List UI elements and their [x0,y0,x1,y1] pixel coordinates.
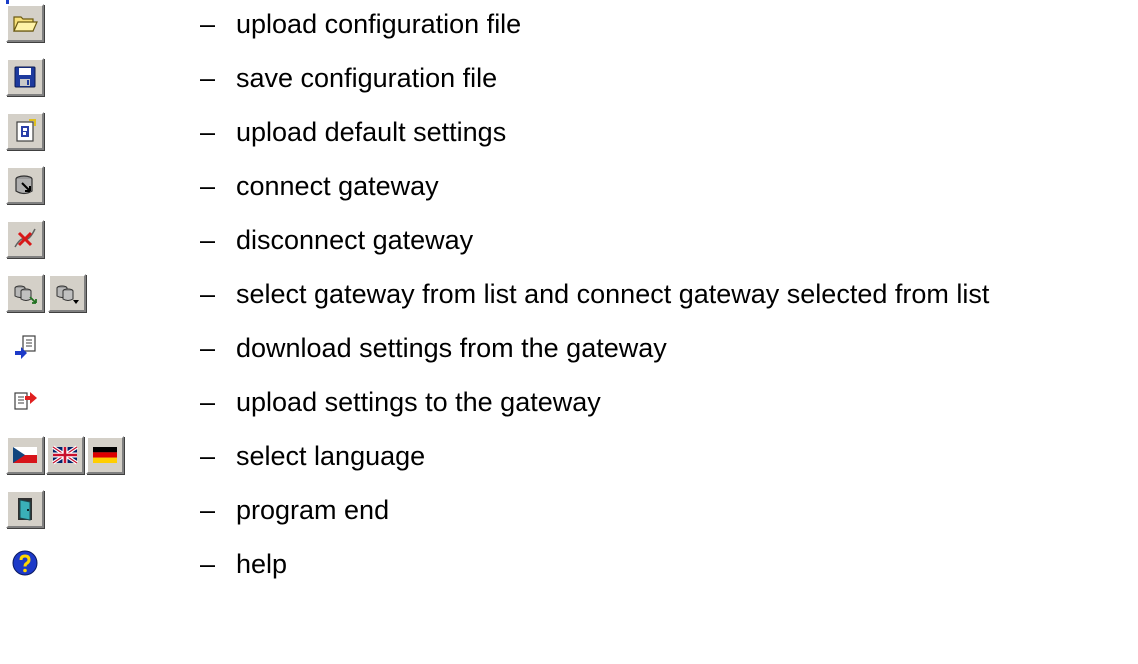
dash: – [200,333,216,363]
legend-label: save configuration file [236,63,498,93]
language-english-button[interactable] [46,436,84,474]
legend-text: – download settings from the gateway [200,330,667,366]
legend-label: program end [236,495,390,525]
legend-row-disconnect: – disconnect gateway [0,216,1138,266]
dash: – [200,63,216,93]
dash: – [200,441,216,471]
german-flag-icon [93,447,117,463]
language-czech-button[interactable] [6,436,44,474]
disconnect-icon [14,228,36,248]
legend-row-upload-settings: – upload settings to the gateway [0,378,1138,428]
exit-door-icon [18,498,32,521]
legend-label: select gateway from list and connect gat… [236,279,990,309]
legend-text: – select language [200,438,425,474]
legend-text: – program end [200,492,389,528]
folder-open-icon [13,16,38,32]
legend-text: – connect gateway [200,168,439,204]
download-settings-icon [15,335,36,359]
uk-flag-icon [52,445,78,465]
legend-text: – save configuration file [200,60,497,96]
dash: – [200,279,216,309]
connect-selected-gateway-icon [56,285,79,304]
floppy-disk-icon [14,66,36,88]
upload-settings-icon [14,392,37,410]
legend-label: upload default settings [236,117,507,147]
connect-gateway-button[interactable] [6,166,44,204]
legend-text: – select gateway from list and connect ga… [200,276,989,312]
legend-text: – upload settings to the gateway [200,384,601,420]
dash: – [200,117,216,147]
legend-row-default-settings: – upload default settings [0,108,1138,158]
upload-settings-button[interactable] [6,382,44,420]
dash: – [200,171,216,201]
legend-row-select-gateway: – select gateway from list and connect ga… [0,270,1138,320]
legend-row-select-language: – select language [0,432,1138,482]
icon-group [6,382,44,424]
icon-group [6,58,44,100]
icon-group [6,274,86,316]
icon-group [6,166,44,208]
download-settings-button[interactable] [6,328,44,366]
connect-selected-gateway-button[interactable] [48,274,86,312]
legend-label: upload settings to the gateway [236,387,601,417]
legend-row-save-config: – save configuration file [0,54,1138,104]
icon-group [6,112,44,154]
help-button[interactable] [6,544,44,582]
select-gateway-icon [14,285,37,304]
dash: – [200,225,216,255]
legend-row-download-settings: – download settings from the gateway [0,324,1138,374]
legend-label: help [236,549,288,579]
dash: – [200,495,216,525]
icon-group [6,544,44,586]
disconnect-gateway-button[interactable] [6,220,44,258]
legend-text: – upload configuration file [200,6,521,42]
legend-text: – help [200,546,287,582]
open-file-button[interactable] [6,4,44,42]
icon-group [6,436,124,478]
legend-row-connect: – connect gateway [0,162,1138,212]
default-settings-icon [16,119,36,142]
icon-group [6,490,44,532]
legend-label: connect gateway [236,171,439,201]
legend-row-help: – help [0,540,1138,590]
icon-group [6,328,44,370]
legend-row-program-end: – program end [0,486,1138,536]
exit-button[interactable] [6,490,44,528]
select-gateway-button[interactable] [6,274,44,312]
icon-group [6,220,44,262]
connect-gateway-icon [15,175,33,195]
legend-row-upload-config: – upload configuration file [0,0,1138,50]
dash: – [200,9,216,39]
icon-group [6,4,44,46]
legend-label: disconnect gateway [236,225,474,255]
help-icon [12,550,38,576]
legend-text: – disconnect gateway [200,222,473,258]
dash: – [200,549,216,579]
language-german-button[interactable] [86,436,124,474]
legend-text: – upload default settings [200,114,506,150]
dash: – [200,387,216,417]
czech-flag-icon [13,447,37,463]
legend-label: upload configuration file [236,9,522,39]
legend-label: select language [236,441,426,471]
save-file-button[interactable] [6,58,44,96]
legend-label: download settings from the gateway [236,333,667,363]
default-settings-button[interactable] [6,112,44,150]
